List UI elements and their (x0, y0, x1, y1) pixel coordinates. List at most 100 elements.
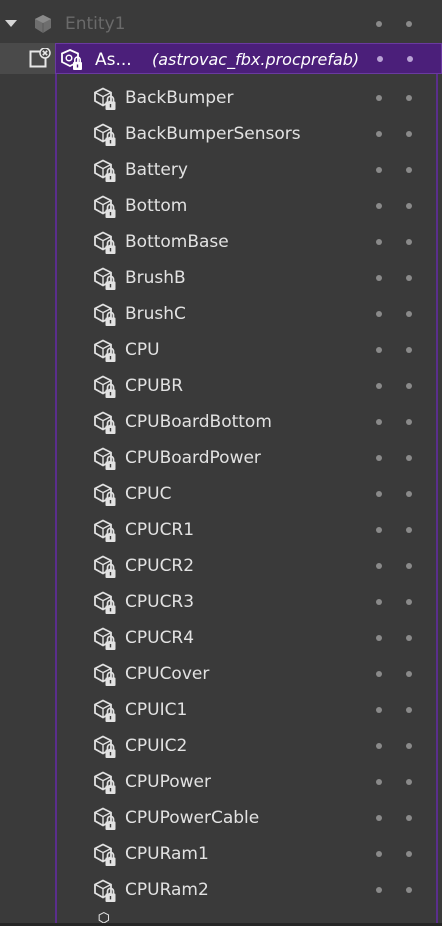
child-entity-label: CPUCR3 (125, 592, 195, 612)
lock-toggle[interactable] (406, 743, 412, 749)
child-entity-row[interactable]: BottomBase (0, 224, 442, 260)
triangle-down-icon[interactable] (5, 20, 17, 27)
child-entity-label: CPUIC1 (125, 700, 188, 720)
child-entity-row[interactable]: Battery (0, 152, 442, 188)
visibility-toggle[interactable] (376, 21, 382, 27)
visibility-toggle[interactable] (376, 635, 382, 641)
visibility-toggle[interactable] (376, 779, 382, 785)
lock-toggle[interactable] (406, 635, 412, 641)
child-entity-row[interactable]: BackBumper (0, 80, 442, 116)
child-entity-row[interactable]: CPUBoardBottom (0, 404, 442, 440)
child-entity-label: CPU (125, 340, 160, 360)
child-entity-label: BackBumper (125, 88, 234, 108)
visibility-toggle[interactable] (376, 599, 382, 605)
child-entity-row[interactable]: CPUIC2 (0, 728, 442, 764)
cube-lock-icon (94, 843, 116, 866)
cube-lock-icon (94, 411, 116, 434)
lock-toggle[interactable] (406, 311, 412, 317)
lock-toggle[interactable] (406, 851, 412, 857)
child-entity-label: Battery (125, 160, 188, 180)
child-entity-row[interactable]: CPUCR1 (0, 512, 442, 548)
lock-toggle[interactable] (406, 239, 412, 245)
lock-toggle[interactable] (406, 599, 412, 605)
visibility-toggle[interactable] (376, 743, 382, 749)
child-entity-label: Bottom (125, 196, 188, 216)
visibility-toggle[interactable] (376, 671, 382, 677)
child-entity-row[interactable]: CPUBoardPower (0, 440, 442, 476)
child-entity-row[interactable]: CPUCover (0, 656, 442, 692)
cube-lock-icon (94, 195, 116, 218)
lock-toggle[interactable] (406, 455, 412, 461)
child-entity-row[interactable]: CPUC (0, 476, 442, 512)
visibility-toggle[interactable] (377, 56, 383, 62)
child-entity-row[interactable]: Bottom (0, 188, 442, 224)
child-entity-row[interactable]: BrushB (0, 260, 442, 296)
visibility-toggle[interactable] (376, 275, 382, 281)
child-entity-row[interactable]: CPUPowerCable (0, 800, 442, 836)
entity-row-entity1[interactable]: Entity1 (0, 6, 442, 42)
lock-toggle[interactable] (406, 671, 412, 677)
visibility-toggle[interactable] (376, 527, 382, 533)
visibility-toggle[interactable] (376, 419, 382, 425)
visibility-toggle[interactable] (376, 491, 382, 497)
child-entity-row[interactable]: CPURam1 (0, 836, 442, 872)
entity-outliner: Entity1 As... (astrovac_fbx.procprefab) … (0, 0, 442, 926)
visibility-toggle[interactable] (376, 851, 382, 857)
visibility-toggle[interactable] (376, 455, 382, 461)
child-entity-label: CPUBR (125, 376, 184, 396)
child-entity-row[interactable]: CPUCR4 (0, 620, 442, 656)
child-entity-row[interactable]: BrushC (0, 296, 442, 332)
lock-toggle[interactable] (407, 56, 413, 62)
prefab-header-row[interactable]: As... (astrovac_fbx.procprefab) (55, 43, 442, 74)
visibility-toggle[interactable] (376, 131, 382, 137)
child-entity-row[interactable]: CPURam2 (0, 872, 442, 908)
visibility-toggle[interactable] (376, 203, 382, 209)
visibility-toggle[interactable] (376, 95, 382, 101)
cube-lock-icon (94, 87, 116, 110)
lock-toggle[interactable] (406, 527, 412, 533)
lock-toggle[interactable] (406, 887, 412, 893)
child-entity-label: CPUCover (125, 664, 210, 684)
lock-toggle[interactable] (406, 203, 412, 209)
cube-lock-icon (94, 303, 116, 326)
cube-lock-icon (94, 267, 116, 290)
lock-toggle[interactable] (406, 347, 412, 353)
child-entity-row[interactable]: CPUCR2 (0, 548, 442, 584)
visibility-toggle[interactable] (376, 311, 382, 317)
child-entity-row[interactable]: CPUBR (0, 368, 442, 404)
child-entity-label: CPURam1 (125, 844, 209, 864)
visibility-toggle[interactable] (376, 563, 382, 569)
lock-toggle[interactable] (406, 21, 412, 27)
lock-toggle[interactable] (406, 815, 412, 821)
child-entity-row[interactable]: CPUPower (0, 764, 442, 800)
child-entity-label: BrushC (125, 304, 186, 324)
lock-toggle[interactable] (406, 383, 412, 389)
child-entity-row[interactable]: CPUIC1 (0, 692, 442, 728)
lock-toggle[interactable] (406, 95, 412, 101)
visibility-toggle[interactable] (376, 815, 382, 821)
visibility-toggle[interactable] (376, 347, 382, 353)
lock-toggle[interactable] (406, 275, 412, 281)
cube-lock-icon (94, 771, 116, 794)
child-entity-row[interactable]: CPUCR3 (0, 584, 442, 620)
prefab-edit-close-icon[interactable] (29, 48, 51, 68)
lock-toggle[interactable] (406, 131, 412, 137)
lock-toggle[interactable] (406, 491, 412, 497)
visibility-toggle[interactable] (376, 383, 382, 389)
child-entity-label: CPUPower (125, 772, 211, 792)
child-entity-label: BackBumperSensors (125, 124, 301, 144)
visibility-toggle[interactable] (376, 239, 382, 245)
lock-toggle[interactable] (406, 707, 412, 713)
visibility-toggle[interactable] (376, 887, 382, 893)
child-entity-label: CPUCR1 (125, 520, 195, 540)
child-entity-label: CPUPowerCable (125, 808, 260, 828)
prefab-name: As... (95, 50, 132, 70)
lock-toggle[interactable] (406, 779, 412, 785)
visibility-toggle[interactable] (376, 167, 382, 173)
visibility-toggle[interactable] (376, 707, 382, 713)
child-entity-row[interactable]: CPU (0, 332, 442, 368)
child-entity-row[interactable]: BackBumperSensors (0, 116, 442, 152)
lock-toggle[interactable] (406, 167, 412, 173)
lock-toggle[interactable] (406, 419, 412, 425)
lock-toggle[interactable] (406, 563, 412, 569)
